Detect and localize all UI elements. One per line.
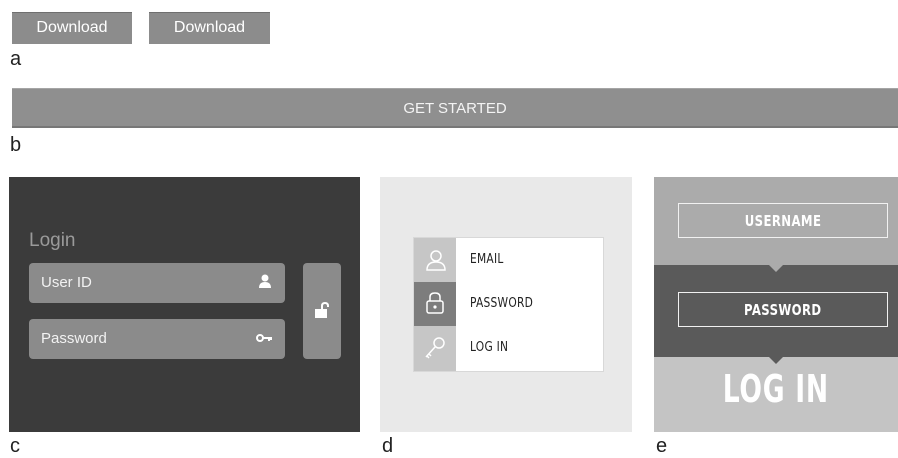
download-button-2-label: Download bbox=[173, 19, 246, 36]
download-button-1-label: Download bbox=[36, 19, 108, 36]
get-started-button[interactable]: GET STARTED bbox=[12, 88, 898, 128]
user-id-placeholder: User ID bbox=[41, 274, 92, 291]
login-icon-cell bbox=[414, 326, 456, 371]
password-field-e[interactable]: PASSWORD bbox=[678, 292, 888, 327]
download-button-1[interactable]: Download bbox=[12, 12, 132, 44]
login-label: LOG IN bbox=[722, 367, 830, 411]
login-list-box: EMAIL PASSWORD LOG IN bbox=[413, 237, 604, 372]
password-row[interactable]: PASSWORD bbox=[470, 296, 533, 311]
password-icon-cell bbox=[414, 282, 456, 326]
email-icon-cell bbox=[414, 238, 456, 282]
login-panel-dark: Login User ID Password bbox=[9, 177, 360, 432]
username-pointer bbox=[769, 265, 783, 272]
email-row[interactable]: EMAIL bbox=[470, 252, 504, 267]
unlock-button[interactable] bbox=[303, 263, 341, 359]
lock-icon bbox=[425, 291, 445, 320]
panel-b-label: b bbox=[10, 134, 22, 156]
username-label: USERNAME bbox=[744, 211, 822, 230]
login-panel-list: EMAIL PASSWORD LOG IN bbox=[380, 177, 632, 432]
login-panel-stacked: USERNAME PASSWORD LOG IN bbox=[654, 177, 898, 432]
unlock-icon bbox=[314, 301, 330, 324]
login-button[interactable]: LOG IN bbox=[654, 367, 898, 411]
panel-a-label: a bbox=[10, 48, 22, 70]
password-label: PASSWORD bbox=[744, 300, 822, 319]
username-field[interactable]: USERNAME bbox=[678, 203, 888, 238]
user-id-field[interactable]: User ID bbox=[29, 263, 285, 303]
login-row[interactable]: LOG IN bbox=[470, 340, 508, 355]
user-icon bbox=[257, 271, 273, 295]
key-icon bbox=[255, 327, 273, 351]
password-field[interactable]: Password bbox=[29, 319, 285, 359]
get-started-label: GET STARTED bbox=[403, 99, 507, 117]
user-outline-icon bbox=[425, 248, 447, 277]
login-title: Login bbox=[29, 230, 76, 251]
password-pointer bbox=[769, 357, 783, 364]
password-placeholder: Password bbox=[41, 330, 107, 347]
download-button-2[interactable]: Download bbox=[149, 12, 270, 44]
key-outline-icon bbox=[424, 336, 446, 365]
